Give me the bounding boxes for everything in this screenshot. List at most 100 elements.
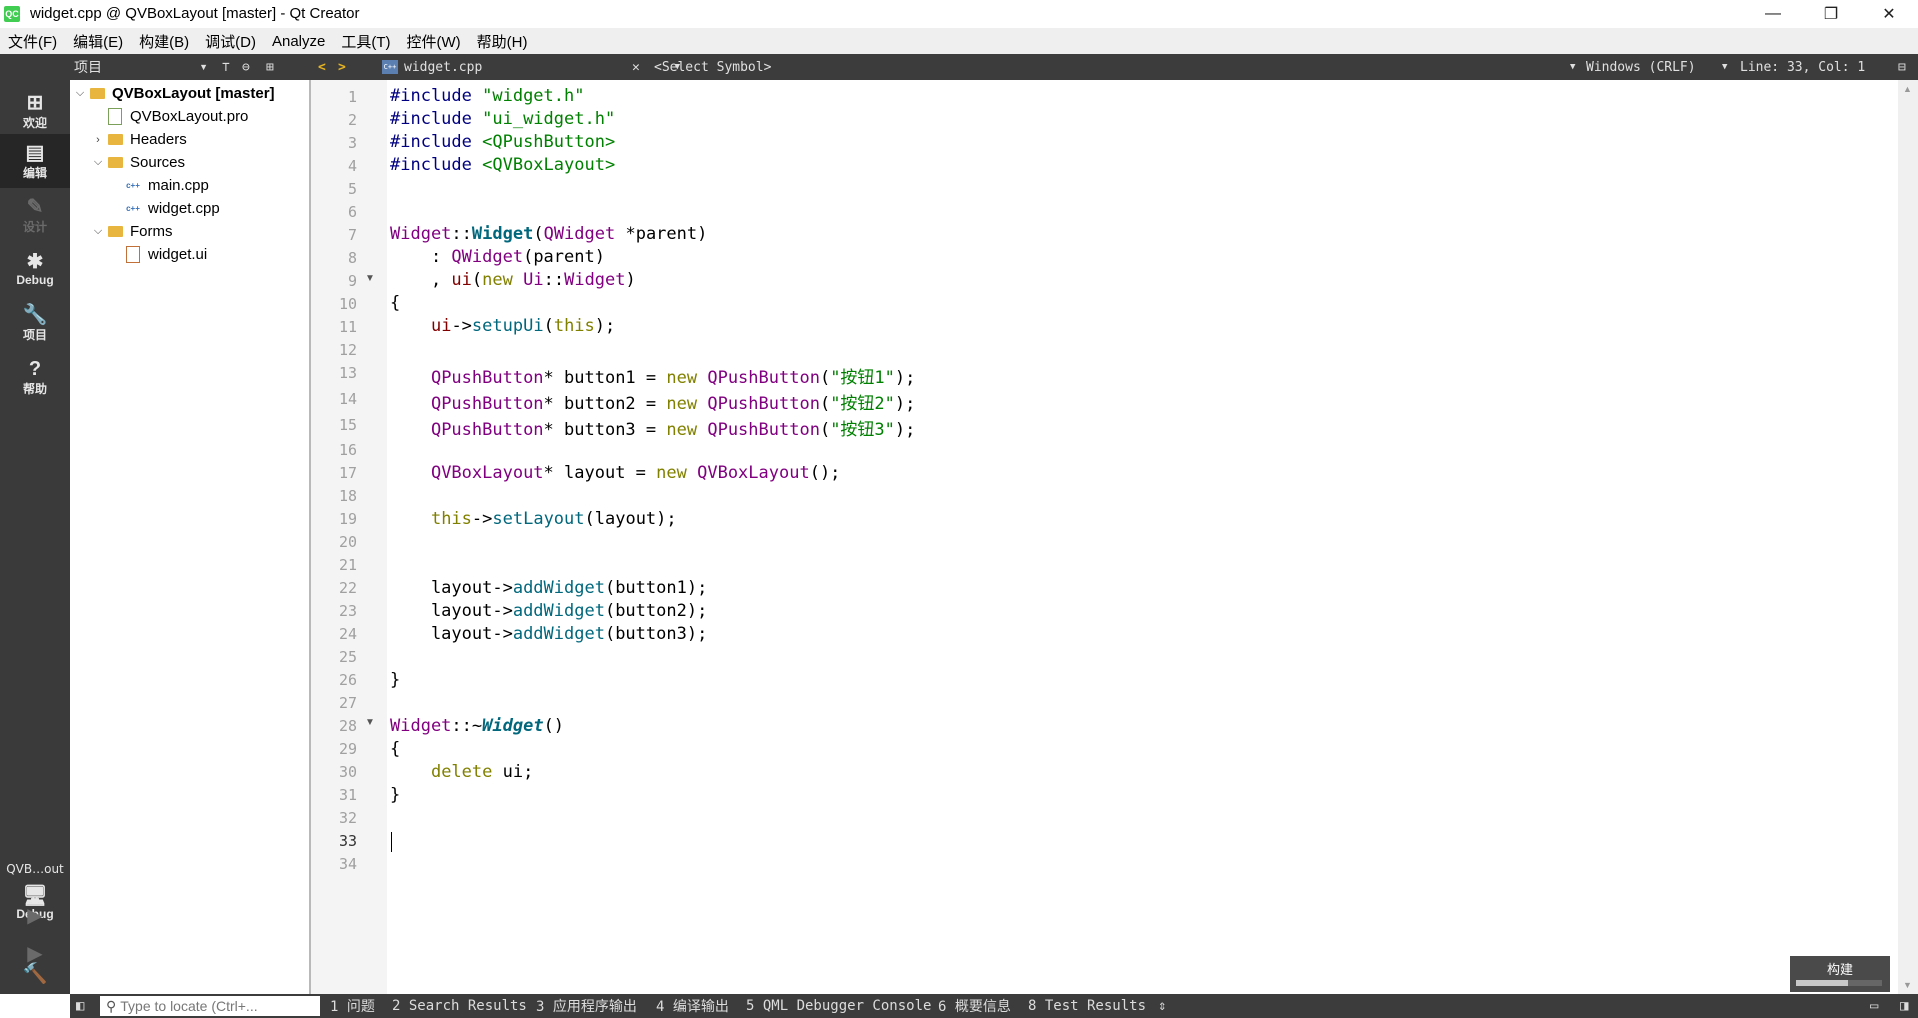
tab-general-messages[interactable]: 6 概要信息 <box>938 994 1011 1018</box>
tab-test-results[interactable]: 8 Test Results <box>1028 994 1146 1018</box>
menu-edit[interactable]: 编辑(E) <box>65 31 131 52</box>
close-button[interactable]: ✕ <box>1860 0 1918 27</box>
expanded-chevron-icon[interactable]: ⌵ <box>90 225 106 238</box>
member-name: ui <box>430 316 452 336</box>
line-number: 16 <box>338 441 357 459</box>
code-editor[interactable]: #include "widget.h" #include "ui_widget.… <box>387 80 1898 994</box>
code-line: Widget::Widget(QWidget *parent) <box>390 224 707 244</box>
tree-item-pro-file[interactable]: QVBoxLayout.pro <box>106 105 248 128</box>
minimize-button[interactable]: — <box>1744 0 1802 27</box>
code-line: QVBoxLayout* layout = new QVBoxLayout(); <box>390 463 840 483</box>
code-text: (button3); <box>604 624 708 644</box>
scroll-up-icon[interactable]: ▲ <box>1903 84 1912 94</box>
menu-widgets[interactable]: 控件(W) <box>399 31 469 52</box>
mode-label: 帮助 <box>22 381 47 396</box>
tab-compile-output[interactable]: 4 编译输出 <box>656 994 729 1018</box>
chevron-down-icon[interactable]: ▼ <box>1570 54 1575 80</box>
tab-issues[interactable]: 1 问题 <box>330 994 375 1018</box>
vertical-scrollbar[interactable]: ▲ ▼ <box>1898 80 1918 994</box>
mode-edit[interactable]: ▤ 编辑 <box>0 134 70 188</box>
menu-build[interactable]: 构建(B) <box>131 31 197 52</box>
scroll-down-icon[interactable]: ▼ <box>1903 980 1912 990</box>
keyword: new <box>666 368 698 388</box>
keyword: new <box>666 420 698 440</box>
line-number: 34 <box>338 855 357 873</box>
sidebar-view-selector[interactable]: 项目 ▼ <box>74 54 214 80</box>
type-name: QWidget <box>543 224 616 244</box>
punctuation: ) <box>625 270 636 290</box>
code-line: QPushButton* button3 = new QPushButton("… <box>390 415 915 440</box>
tree-item-forms[interactable]: ⌵ Forms <box>90 220 173 243</box>
tab-search-results[interactable]: 2 Search Results <box>392 994 527 1018</box>
toggle-sidebar-icon[interactable]: ◧ <box>76 994 84 1018</box>
class-name: Widget <box>390 224 452 244</box>
progress-details-icon[interactable]: ▭ <box>1870 994 1878 1018</box>
expanded-chevron-icon[interactable]: ⌵ <box>72 87 88 100</box>
tab-application-output[interactable]: 3 应用程序输出 <box>536 994 637 1018</box>
line-number: 13 <box>338 364 357 382</box>
fold-marker-icon[interactable]: ▼ <box>365 273 375 284</box>
menu-debug[interactable]: 调试(D) <box>197 31 264 52</box>
tree-root[interactable]: ⌵ QVBoxLayout [master] <box>72 82 275 105</box>
fold-marker-icon[interactable]: ▼ <box>365 717 375 728</box>
tree-item-headers[interactable]: › Headers <box>90 128 187 151</box>
forward-arrow-icon[interactable]: > <box>338 54 346 80</box>
code-line: } <box>390 785 401 805</box>
tree-item-widget-ui[interactable]: widget.ui <box>124 243 207 266</box>
locator-placeholder: Type to locate (Ctrl+... <box>120 998 258 1014</box>
scope-operator: :: <box>543 270 565 290</box>
code-text: (button1); <box>604 578 708 598</box>
expanded-chevron-icon[interactable]: ⌵ <box>90 156 106 169</box>
tree-item-main-cpp[interactable]: c++ main.cpp <box>124 174 209 197</box>
code-line: delete ui; <box>390 762 533 782</box>
mode-help[interactable]: ? 帮助 <box>0 350 70 404</box>
build-progress-widget[interactable]: 构建 <box>1790 956 1890 992</box>
preprocessor-directive: #include <box>390 109 472 129</box>
punctuation: -> <box>471 509 493 529</box>
mode-design[interactable]: ✎ 设计 <box>0 188 70 242</box>
tree-item-label: widget.ui <box>148 246 208 263</box>
close-document-icon[interactable]: ✕ <box>632 54 640 80</box>
toggle-right-sidebar-icon[interactable]: ◨ <box>1900 994 1908 1018</box>
line-number: 6 <box>347 203 357 221</box>
mode-debug[interactable]: ✱ Debug <box>0 242 70 296</box>
filter-icon[interactable]: ⊤ <box>222 54 230 80</box>
mode-welcome[interactable]: ⊞ 欢迎 <box>0 84 70 138</box>
line-number: 31 <box>338 786 357 804</box>
line-number: 20 <box>338 533 357 551</box>
cursor-position[interactable]: Line: 33, Col: 1 <box>1740 54 1865 80</box>
help-icon: ? <box>28 357 42 380</box>
menu-analyze[interactable]: Analyze <box>264 33 333 50</box>
link-icon[interactable]: ⊖ <box>242 54 250 80</box>
tree-item-sources[interactable]: ⌵ Sources <box>90 151 185 174</box>
symbol-selector[interactable]: <Select Symbol> <box>654 54 771 80</box>
menu-file[interactable]: 文件(F) <box>0 31 65 52</box>
tab-qml-debugger-console[interactable]: 5 QML Debugger Console <box>746 994 931 1018</box>
run-button[interactable]: ▶ <box>0 896 70 934</box>
code-line: : QWidget(parent) <box>390 247 605 267</box>
window-title: widget.cpp @ QVBoxLayout [master] - Qt C… <box>30 5 360 22</box>
restore-button[interactable]: ❐ <box>1802 0 1860 27</box>
line-number: 19 <box>338 510 357 528</box>
code-text: * button1 = <box>543 368 667 388</box>
folder-icon <box>107 157 123 168</box>
collapsed-chevron-icon[interactable]: › <box>90 134 106 146</box>
code-line: Widget::~Widget() <box>390 716 564 736</box>
line-ending-selector[interactable]: Windows (CRLF) <box>1586 54 1696 80</box>
menu-help[interactable]: 帮助(H) <box>469 31 536 52</box>
mode-projects[interactable]: 🔧 项目 <box>0 296 70 350</box>
tree-item-widget-cpp[interactable]: c++ widget.cpp <box>124 197 220 220</box>
split-icon[interactable]: ⊞ <box>266 54 274 80</box>
build-button[interactable]: 🔨 <box>0 954 70 992</box>
menu-tools[interactable]: 工具(T) <box>333 31 398 52</box>
back-arrow-icon[interactable]: < <box>318 54 326 80</box>
locator-input[interactable]: ⚲ Type to locate (Ctrl+... <box>100 996 320 1016</box>
line-number: 8 <box>347 249 357 267</box>
split-editor-icon[interactable]: ⊟ <box>1898 54 1906 80</box>
line-number-gutter[interactable]: ▼ ▼ 1 2 3 4 5 6 7 8 9 10 11 12 13 14 15 … <box>311 80 695 994</box>
chevron-down-icon[interactable]: ▼ <box>1722 54 1727 80</box>
punctuation: ( <box>819 420 831 440</box>
more-tabs-icon[interactable]: ⇕ <box>1158 994 1166 1018</box>
